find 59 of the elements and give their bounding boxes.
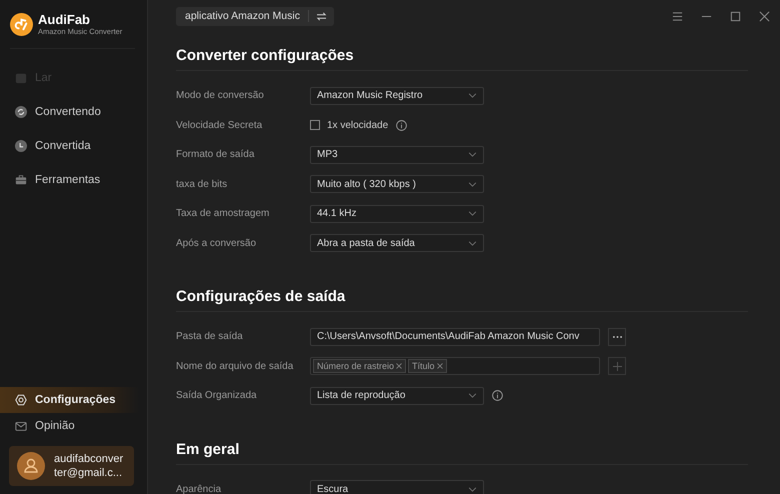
- maximize-icon[interactable]: [730, 10, 741, 22]
- remove-icon[interactable]: [436, 363, 443, 370]
- mail-icon: [15, 420, 27, 432]
- dropdown[interactable]: MP3: [310, 146, 484, 164]
- chevron-icon: [468, 182, 477, 187]
- tag[interactable]: Número de rastreio: [313, 359, 406, 374]
- plus-icon: [612, 362, 622, 371]
- app-name: AudiFab: [38, 12, 91, 27]
- browse-button[interactable]: [608, 328, 626, 346]
- dropdown[interactable]: Muito alto ( 320 kbps ): [310, 175, 484, 194]
- nav-item[interactable]: Convertendo: [0, 99, 139, 125]
- home-icon: [15, 72, 27, 84]
- account-card[interactable]: audifabconverter@gmail.c...: [9, 446, 134, 486]
- setting-label: Aparência: [176, 484, 222, 494]
- section-title: Configurações de saída: [176, 287, 346, 307]
- dropdown[interactable]: 44.1 kHz: [310, 204, 484, 223]
- chevron-icon: [468, 393, 477, 398]
- clock-icon: [15, 140, 27, 152]
- chevron-icon: [468, 240, 477, 246]
- dropdown[interactable]: Lista de reprodução: [310, 386, 484, 405]
- dropdown[interactable]: Amazon Music Registro: [310, 86, 484, 105]
- setting-label: Pasta de saída: [176, 331, 244, 342]
- account-email: audifabconverter@gmail.c...: [54, 452, 124, 480]
- logo-icon: [10, 12, 33, 36]
- section-title: Em geral: [176, 440, 240, 460]
- menu-icon[interactable]: [672, 10, 683, 22]
- filename-tags-field[interactable]: Número de rastreio Título: [310, 357, 600, 376]
- tag[interactable]: Título: [408, 359, 447, 374]
- dropdown[interactable]: Abra a pasta de saída: [310, 234, 484, 252]
- setting-label: Taxa de amostragem: [176, 208, 270, 220]
- path-field[interactable]: C:\Users\Anvsoft\Documents\AudiFab Amazon Music Conv: [310, 328, 600, 346]
- hexagon-icon: [15, 394, 27, 406]
- chevron-icon: [468, 93, 477, 98]
- setting-label: Modo de conversão: [176, 90, 265, 102]
- section-title: Converter configurações: [176, 46, 355, 66]
- close-icon[interactable]: [759, 10, 770, 22]
- setting-label: taxa de bits: [176, 178, 228, 190]
- nav-item[interactable]: Opinião: [0, 413, 139, 439]
- nav-item[interactable]: Ferramentas: [0, 167, 139, 193]
- toolbox-icon: [15, 174, 27, 186]
- setting-label: Após a conversão: [176, 238, 258, 249]
- avatar-icon: [17, 452, 45, 480]
- remove-icon[interactable]: [396, 363, 402, 370]
- nav-item[interactable]: Convertida: [0, 133, 139, 159]
- setting-label: Velocidade Secreta: [176, 120, 264, 131]
- dropdown[interactable]: Escura: [310, 480, 484, 494]
- info-icon[interactable]: [396, 120, 408, 131]
- swap-icon: [316, 12, 327, 20]
- chevron-icon: [468, 211, 477, 216]
- more-icon: [612, 336, 622, 338]
- chevron-icon: [468, 152, 477, 158]
- setting-label: Nome do arquivo de saída: [176, 360, 294, 372]
- refresh-icon: [15, 106, 27, 118]
- source-button[interactable]: aplicativo Amazon Music: [176, 6, 334, 26]
- chevron-icon: [468, 486, 477, 492]
- info-icon[interactable]: [492, 390, 503, 402]
- speed-checkbox[interactable]: 1x velocidade: [310, 120, 388, 131]
- setting-label: Formato de saída: [176, 149, 256, 160]
- setting-label: Saída Organizada: [176, 390, 258, 402]
